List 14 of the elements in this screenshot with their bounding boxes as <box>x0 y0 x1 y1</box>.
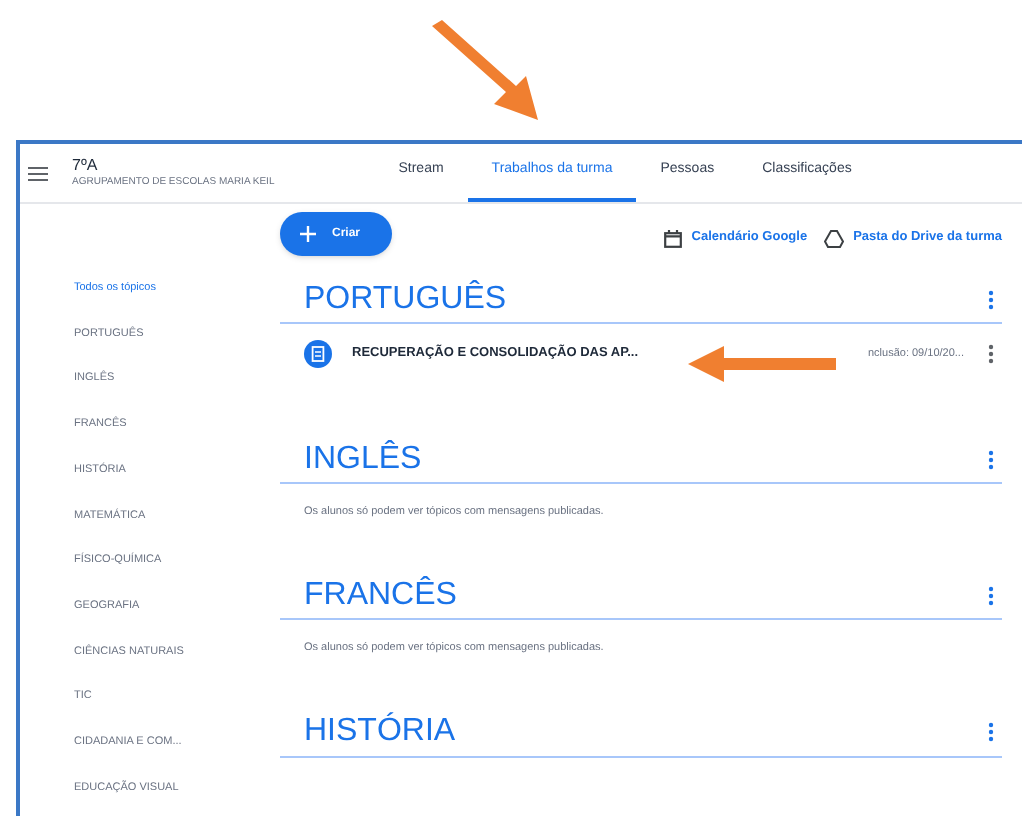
more-icon[interactable] <box>988 722 994 742</box>
topic-heading: HISTÓRIA <box>304 710 456 752</box>
more-icon[interactable] <box>988 289 994 309</box>
more-icon[interactable] <box>988 449 994 469</box>
more-icon[interactable] <box>988 585 994 606</box>
assignment-icon <box>304 340 332 368</box>
class-name: 7ºA <box>72 158 100 174</box>
more-icon[interactable] <box>988 344 994 364</box>
topic-heading: FRANCÊS <box>304 574 457 616</box>
plus-icon <box>300 226 316 242</box>
menu-icon[interactable] <box>28 165 48 181</box>
topic-heading: INGLÊS <box>304 438 422 479</box>
topic-heading: PORTUGUÊS <box>304 278 507 319</box>
calendar-icon <box>663 229 682 247</box>
